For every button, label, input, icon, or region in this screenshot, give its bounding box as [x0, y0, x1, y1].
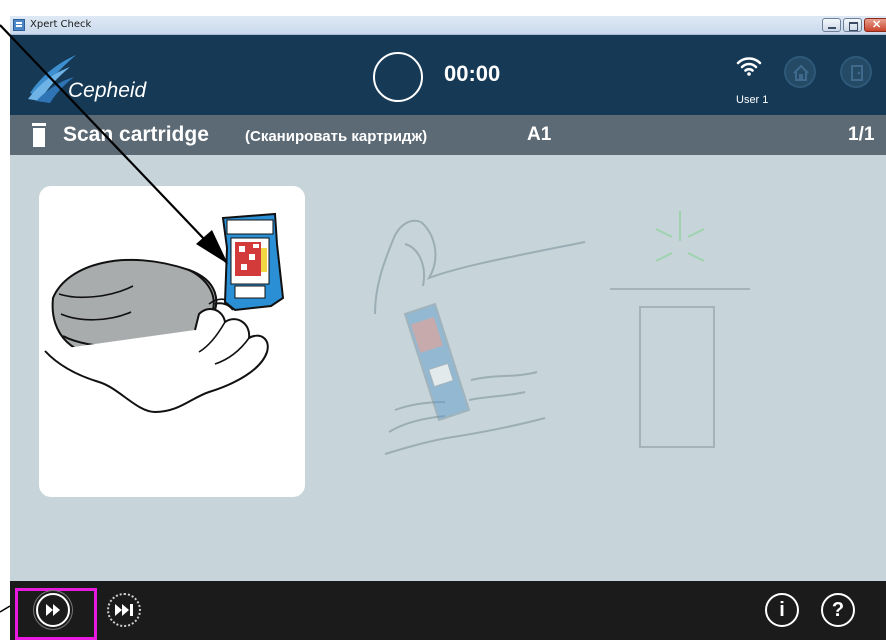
brand-name: Cepheid	[68, 79, 147, 102]
scan-illustration-panel	[39, 186, 305, 497]
cartridge-icon	[32, 123, 46, 147]
close-button[interactable]	[864, 18, 886, 32]
hand-holding-cartridge-icon	[374, 219, 586, 455]
step-title: Scan cartridge	[63, 123, 209, 146]
skip-to-end-icon	[115, 604, 133, 616]
timer-display: 00:00	[444, 61, 501, 86]
step-bar: Scan cartridge (Сканировать картридж) A1…	[10, 115, 886, 155]
home-icon	[793, 64, 809, 81]
wifi-icon	[736, 57, 762, 76]
exit-button[interactable]	[840, 56, 872, 88]
skip-to-end-button[interactable]	[107, 593, 141, 627]
window-titlebar: Xpert Check	[10, 16, 886, 35]
module-position: A1	[527, 124, 552, 145]
app-window: Xpert Check Cepheid 00:00	[10, 16, 886, 640]
bottom-toolbar: i ?	[10, 581, 886, 640]
arrow-to-next-button	[0, 605, 11, 613]
insert-cartridge-illustration-faded	[365, 204, 595, 474]
screenshot-stage: Xpert Check Cepheid 00:00	[0, 0, 886, 640]
exit-door-icon	[851, 65, 863, 81]
help-icon: ?	[831, 599, 845, 621]
cepheid-logo: Cepheid	[26, 49, 166, 104]
step-subtitle: (Сканировать картридж)	[245, 128, 428, 145]
fast-forward-icon	[46, 604, 60, 616]
scan-beam-icon	[610, 211, 750, 448]
app-header: Cepheid 00:00 User 1	[10, 35, 886, 115]
barcode-scanner-illustration	[44, 212, 285, 414]
minimize-button[interactable]	[822, 18, 841, 32]
step-counter: 1/1	[848, 124, 875, 145]
user-label: User 1	[736, 94, 769, 106]
info-button[interactable]: i	[765, 593, 799, 627]
timer-ring	[373, 52, 423, 102]
maximize-button[interactable]	[843, 18, 862, 32]
window-title: Xpert Check	[30, 19, 92, 30]
app-icon	[13, 19, 25, 31]
home-button[interactable]	[784, 56, 816, 88]
next-step-button[interactable]	[36, 593, 70, 627]
scan-target-illustration-faded	[610, 211, 760, 471]
info-icon: i	[779, 599, 785, 621]
help-button[interactable]: ?	[821, 593, 855, 627]
